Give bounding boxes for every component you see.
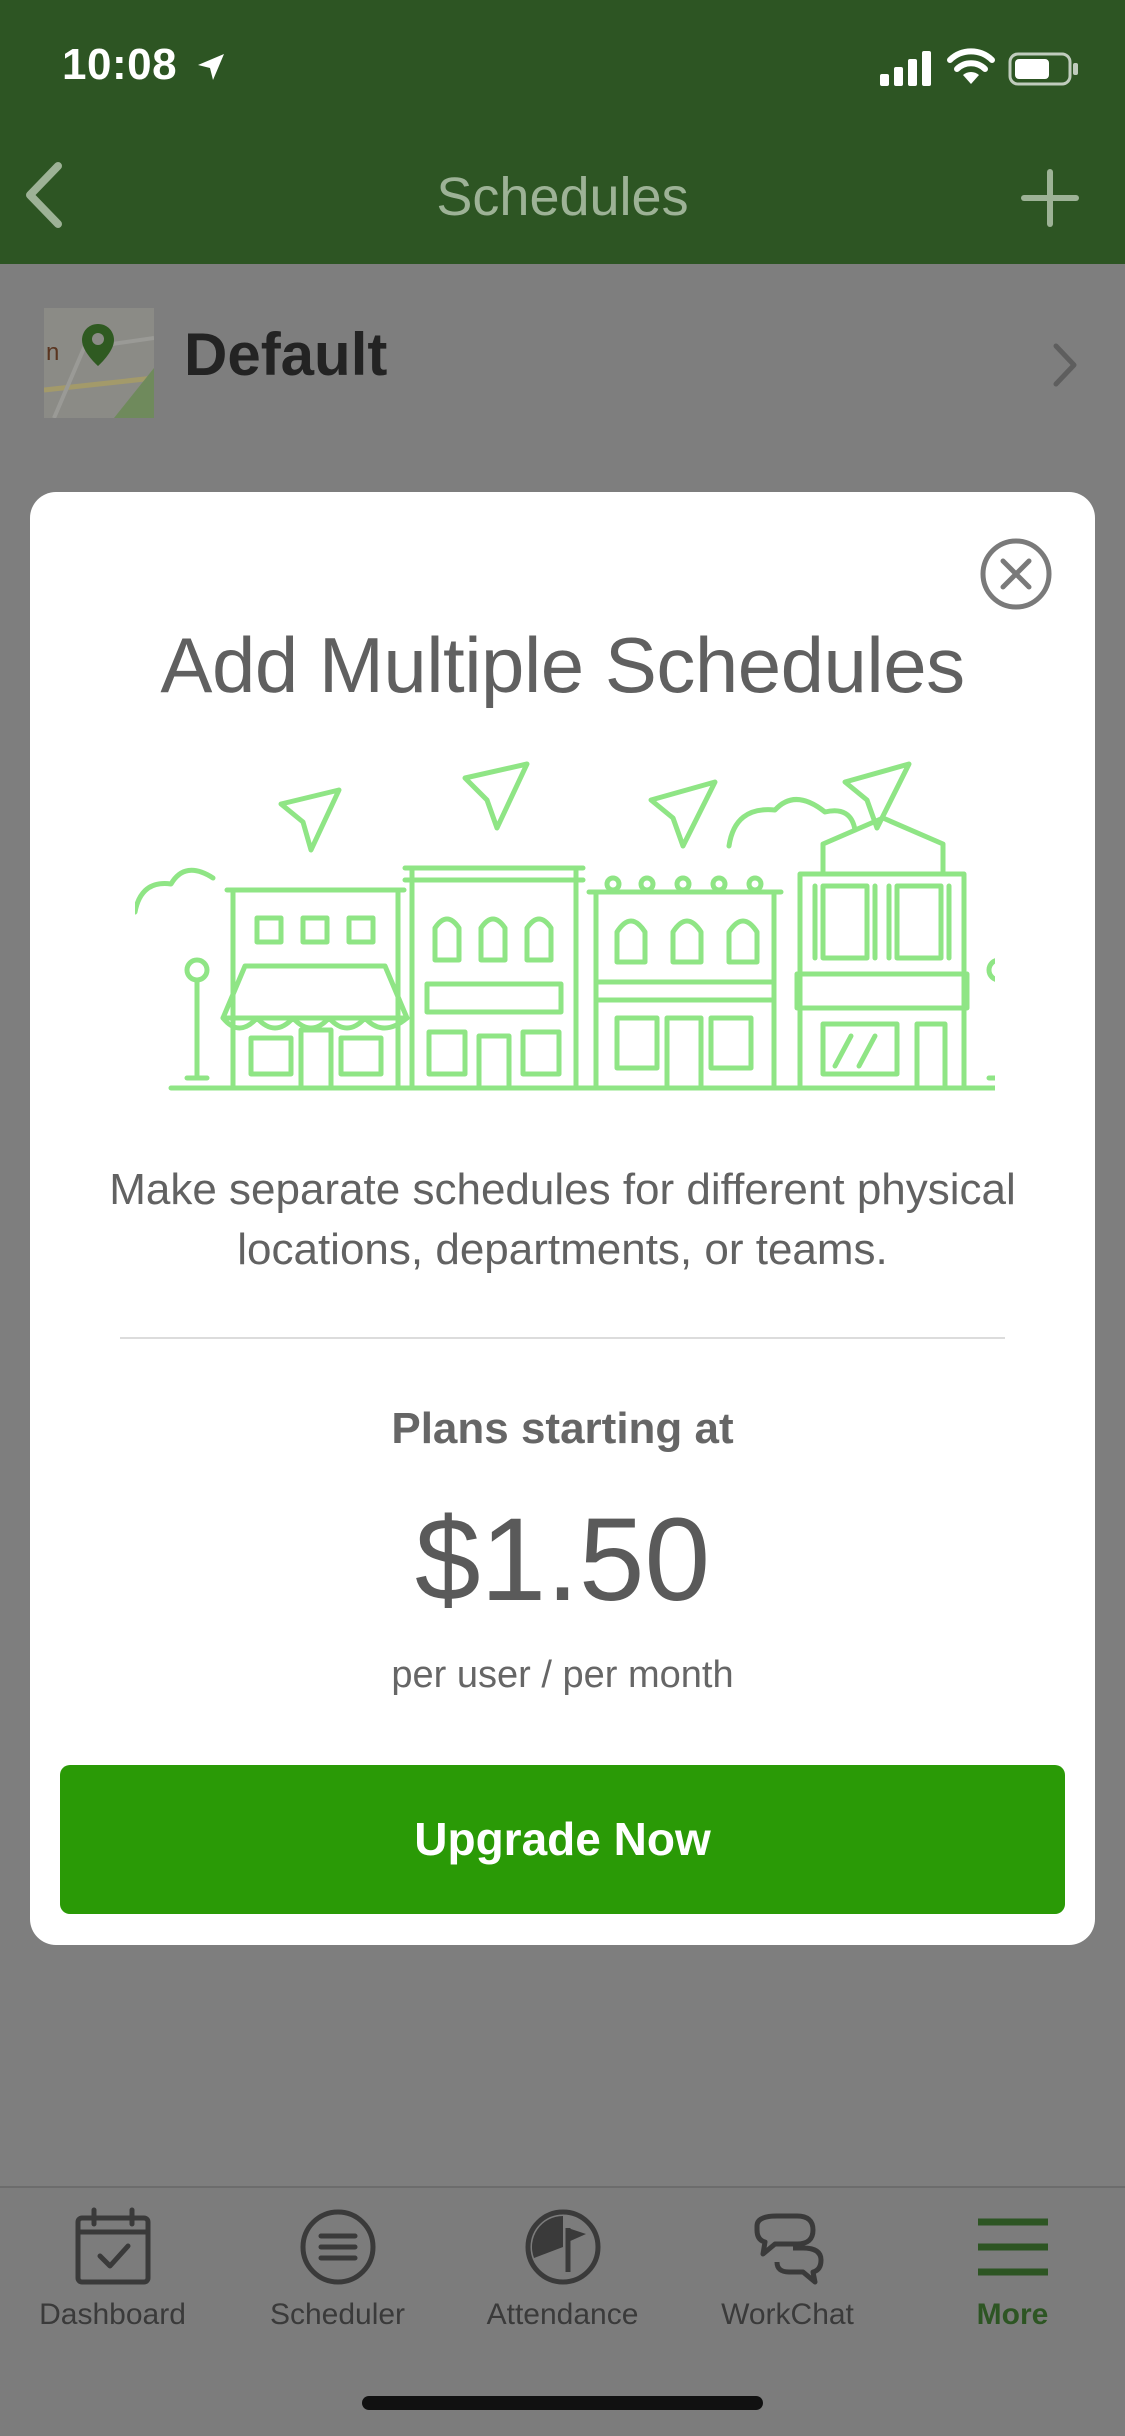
price: $1.50 xyxy=(414,1494,711,1626)
chat-bubbles-icon xyxy=(754,2213,823,2285)
close-icon[interactable] xyxy=(978,536,1054,612)
modal-description: Make separate schedules for different ph… xyxy=(109,1165,1016,1274)
storefronts-illustration xyxy=(135,761,995,1091)
map-pin-icon: n xyxy=(44,308,154,418)
plans-label: Plans starting at xyxy=(391,1404,734,1453)
tab-label: Attendance xyxy=(486,2298,639,2331)
page-title: Schedules xyxy=(436,167,689,227)
tab-scheduler[interactable]: Scheduler xyxy=(225,2206,450,2366)
list-item[interactable]: n Default xyxy=(0,264,1125,454)
price-unit: per user / per month xyxy=(391,1654,734,1696)
upgrade-now-button[interactable]: Upgrade Now xyxy=(60,1765,1065,1914)
divider xyxy=(120,1337,1005,1339)
calendar-check-icon xyxy=(75,2207,150,2285)
tab-dashboard[interactable]: Dashboard xyxy=(0,2206,225,2366)
hamburger-icon xyxy=(977,2218,1048,2276)
tab-label: More xyxy=(976,2298,1049,2331)
location-arrow-icon xyxy=(198,54,224,80)
modal-title: Add Multiple Schedules xyxy=(160,621,965,709)
tab-label: WorkChat xyxy=(721,2298,854,2331)
schedule-name: Default xyxy=(184,321,388,388)
home-indicator[interactable] xyxy=(362,2396,763,2410)
tab-label: Dashboard xyxy=(39,2298,186,2331)
upgrade-modal: Add Multiple Schedules Make separate sch… xyxy=(30,492,1095,1945)
tab-attendance[interactable]: Attendance xyxy=(450,2206,675,2366)
tab-workchat[interactable]: WorkChat xyxy=(675,2206,900,2366)
tab-label: Scheduler xyxy=(269,2298,406,2331)
svg-text:n: n xyxy=(46,339,59,366)
clock-flag-icon xyxy=(525,2209,600,2285)
battery-icon xyxy=(1008,52,1078,86)
map-thumbnail: n xyxy=(44,308,154,418)
tab-more[interactable]: More xyxy=(900,2206,1125,2366)
status-time: 10:08 xyxy=(62,40,178,89)
chevron-right-icon xyxy=(1053,343,1077,387)
add-schedule-icon[interactable] xyxy=(1020,168,1080,228)
list-circle-icon xyxy=(300,2209,375,2285)
header-bar: 10:08 Schedules xyxy=(0,0,1125,264)
cellular-signal-icon xyxy=(880,51,931,86)
wifi-icon xyxy=(947,48,995,84)
